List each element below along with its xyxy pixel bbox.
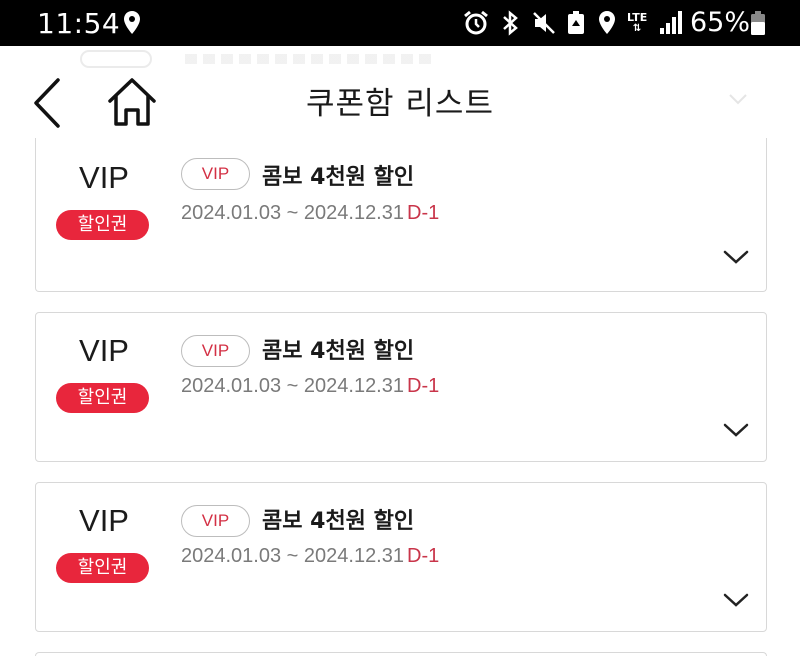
coupon-period: 2024.01.03 ~ 2024.12.31 — [181, 375, 404, 397]
background-ghost-element — [185, 54, 435, 64]
coupon-card[interactable]: VIP 할인권 VIP 콤보 4천원 할인 2024.01.03 ~ 2024.… — [35, 312, 767, 462]
coupon-list: VIP 할인권 VIP 콤보 4천원 할인 2024.01.03 ~ 2024.… — [0, 138, 800, 656]
coupon-type-badge: 할인권 — [56, 210, 149, 240]
recycle-icon — [565, 10, 587, 36]
vip-tag: VIP — [181, 505, 250, 537]
lte-label: LTE — [627, 11, 648, 24]
chevron-down-icon — [723, 593, 749, 607]
status-bar: 11:54 LTE ⇅ 65% — [0, 0, 800, 46]
status-time: 11:54 — [37, 7, 121, 40]
page-title: 쿠폰함 리스트 — [306, 86, 494, 122]
vip-tag: VIP — [181, 158, 250, 190]
battery-percent: 65% — [690, 7, 751, 38]
coupon-card[interactable]: VIP 할인권 VIP 콤보 4천원 할인 2024.01.03 ~ 2024.… — [35, 138, 767, 292]
location-icon — [597, 10, 617, 36]
location-icon — [122, 10, 142, 36]
coupon-card[interactable]: VIP 할인권 VIP 콤보 4천원 할인 2024.01.03 ~ 2024.… — [35, 482, 767, 632]
coupon-dday: D-1 — [407, 545, 440, 567]
alarm-icon — [462, 10, 490, 36]
chevron-down-icon — [723, 250, 749, 264]
coupon-period: 2024.01.03 ~ 2024.12.31 — [181, 202, 404, 224]
expand-button[interactable] — [722, 248, 750, 266]
coupon-card-partial[interactable] — [35, 652, 767, 656]
signal-icon — [659, 10, 683, 36]
coupon-dday: D-1 — [407, 375, 440, 397]
mute-icon — [532, 10, 556, 36]
coupon-tier: VIP — [79, 333, 129, 368]
bluetooth-icon — [500, 10, 520, 36]
coupon-title: 콤보 4천원 할인 — [262, 165, 415, 190]
coupon-title: 콤보 4천원 할인 — [262, 339, 415, 364]
coupon-title: 콤보 4천원 할인 — [262, 509, 415, 534]
background-ghost-element — [80, 50, 152, 68]
chevron-down-icon — [728, 90, 748, 109]
coupon-tier: VIP — [79, 160, 129, 195]
vip-tag: VIP — [181, 335, 250, 367]
expand-button[interactable] — [722, 591, 750, 609]
coupon-period: 2024.01.03 ~ 2024.12.31 — [181, 545, 404, 567]
coupon-tier: VIP — [79, 503, 129, 538]
expand-button[interactable] — [722, 421, 750, 439]
lte-icon: LTE ⇅ — [627, 11, 648, 34]
battery-icon — [750, 10, 766, 36]
coupon-type-badge: 할인권 — [56, 383, 149, 413]
coupon-dday: D-1 — [407, 202, 440, 224]
coupon-type-badge: 할인권 — [56, 553, 149, 583]
chevron-down-icon — [723, 423, 749, 437]
